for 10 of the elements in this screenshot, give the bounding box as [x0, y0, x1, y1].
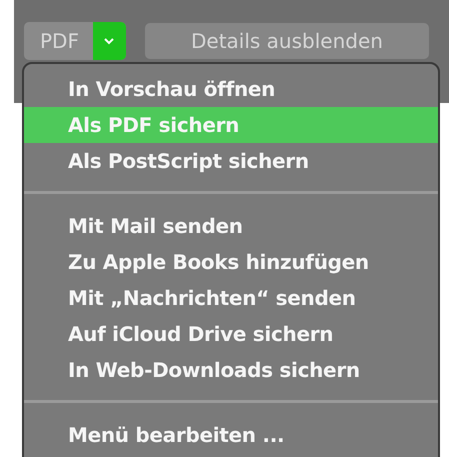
menu-item[interactable]: Auf iCloud Drive sichern: [24, 316, 438, 352]
menu-item[interactable]: Zu Apple Books hinzufügen: [24, 244, 438, 280]
menu-item[interactable]: In Web-Downloads sichern: [24, 352, 438, 388]
menu-item[interactable]: In Vorschau öffnen: [24, 71, 438, 107]
menu-item[interactable]: Mit Mail senden: [24, 208, 438, 244]
hide-details-button[interactable]: Details ausblenden: [144, 23, 429, 59]
format-popup-button[interactable]: PDF: [24, 22, 126, 60]
menu-item[interactable]: Menü bearbeiten ...: [24, 417, 438, 453]
menu-item[interactable]: Als PostScript sichern: [24, 143, 438, 179]
menu-item[interactable]: Mit „Nachrichten“ senden: [24, 280, 438, 316]
